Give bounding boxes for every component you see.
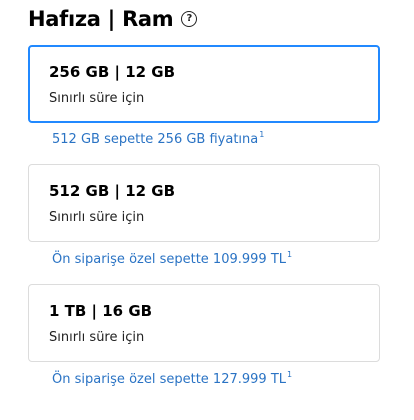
storage-option-256gb[interactable]: 256 GB | 12 GB Sınırlı süre için bbox=[28, 45, 380, 123]
promo-text: Ön siparişe özel sepette 127.999 TL1 bbox=[52, 370, 293, 387]
footnote-marker: 1 bbox=[259, 130, 265, 139]
promo-label: 512 GB sepette 256 GB fiyatına bbox=[52, 132, 259, 147]
question-circle-icon[interactable]: ? bbox=[181, 11, 198, 27]
footnote-marker: 1 bbox=[287, 370, 293, 379]
option-subtitle: Sınırlı süre için bbox=[49, 91, 145, 106]
option-subtitle: Sınırlı süre için bbox=[49, 330, 145, 345]
section-header: Hafıza | Ram ? bbox=[28, 4, 198, 34]
promo-text: Ön siparişe özel sepette 109.999 TL1 bbox=[52, 250, 293, 267]
promo-text: 512 GB sepette 256 GB fiyatına1 bbox=[52, 130, 265, 147]
storage-option-512gb[interactable]: 512 GB | 12 GB Sınırlı süre için bbox=[28, 164, 380, 242]
promo-label: Ön siparişe özel sepette 127.999 TL bbox=[52, 372, 287, 387]
option-title: 256 GB | 12 GB bbox=[49, 63, 176, 81]
option-title: 512 GB | 12 GB bbox=[49, 182, 176, 200]
promo-label: Ön siparişe özel sepette 109.999 TL bbox=[52, 252, 287, 267]
option-title: 1 TB | 16 GB bbox=[49, 302, 153, 320]
section-title: Hafıza | Ram bbox=[28, 7, 174, 31]
footnote-marker: 1 bbox=[287, 250, 293, 259]
storage-option-1tb[interactable]: 1 TB | 16 GB Sınırlı süre için bbox=[28, 284, 380, 362]
option-subtitle: Sınırlı süre için bbox=[49, 210, 145, 225]
